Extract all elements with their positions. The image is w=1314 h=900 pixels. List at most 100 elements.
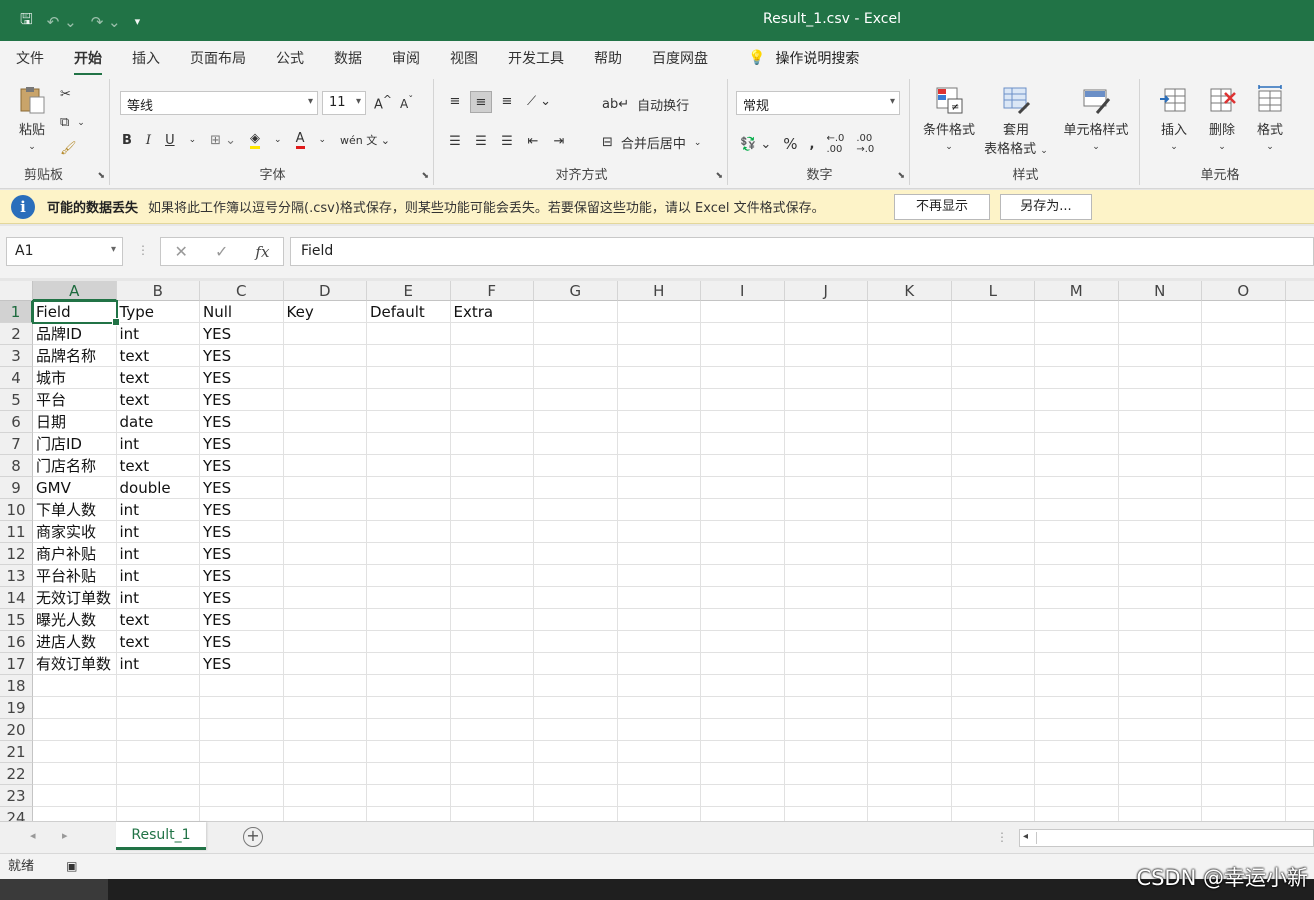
fill-color-icon[interactable]: ◈ xyxy=(250,131,261,149)
cell[interactable] xyxy=(1285,741,1314,763)
cell[interactable] xyxy=(1035,609,1119,631)
cell[interactable] xyxy=(951,323,1035,345)
cell[interactable]: GMV xyxy=(33,477,117,499)
cell[interactable] xyxy=(785,807,868,821)
cell[interactable] xyxy=(617,345,701,367)
cell[interactable] xyxy=(534,345,618,367)
cell[interactable]: int xyxy=(116,653,200,675)
cell[interactable] xyxy=(1118,609,1202,631)
tell-me-search[interactable]: 💡 操作说明搜索 xyxy=(748,48,859,68)
cell[interactable] xyxy=(1035,389,1119,411)
tab-6[interactable]: 审阅 xyxy=(392,48,420,68)
cell[interactable] xyxy=(701,323,785,345)
cell[interactable]: 城市 xyxy=(33,367,117,389)
cell[interactable] xyxy=(283,323,367,345)
cell[interactable]: 平台 xyxy=(33,389,117,411)
cell[interactable] xyxy=(534,587,618,609)
cell[interactable] xyxy=(784,631,868,653)
cell[interactable] xyxy=(701,543,785,565)
cell[interactable] xyxy=(450,653,534,675)
cell[interactable] xyxy=(617,675,701,697)
scroll-thumb[interactable] xyxy=(1036,832,1311,844)
cell[interactable]: text xyxy=(116,455,200,477)
cell[interactable] xyxy=(283,565,367,587)
cell[interactable] xyxy=(1202,433,1286,455)
cell[interactable] xyxy=(1035,543,1119,565)
cell[interactable] xyxy=(450,433,534,455)
insert-cells-button[interactable]: 插入 ⌄ xyxy=(1152,85,1196,153)
cell[interactable] xyxy=(1285,367,1314,389)
cell[interactable] xyxy=(1035,455,1119,477)
cell[interactable] xyxy=(534,521,618,543)
cell[interactable] xyxy=(701,741,785,763)
cell[interactable]: int xyxy=(116,499,200,521)
cell[interactable] xyxy=(1202,609,1286,631)
cell[interactable] xyxy=(534,609,618,631)
border-icon[interactable]: ⊞ ⌄ xyxy=(210,133,236,148)
cell[interactable] xyxy=(951,653,1035,675)
tab-4[interactable]: 公式 xyxy=(276,48,304,68)
cell[interactable] xyxy=(116,719,200,741)
row-header[interactable]: 5 xyxy=(0,389,33,411)
cell[interactable] xyxy=(951,433,1035,455)
cell[interactable] xyxy=(1035,675,1119,697)
bottom-align-icon[interactable]: ≡ xyxy=(496,91,518,113)
increase-indent-icon[interactable]: ⇥ xyxy=(548,131,570,153)
wrap-text-button[interactable]: ab↵ 自动换行 xyxy=(602,95,689,114)
number-format-combo[interactable]: 常规 ▾ xyxy=(736,91,900,115)
cell[interactable] xyxy=(450,763,534,785)
cell[interactable] xyxy=(617,741,701,763)
cell[interactable]: YES xyxy=(200,389,284,411)
cell[interactable] xyxy=(868,807,952,821)
cell[interactable] xyxy=(200,675,284,697)
cell[interactable] xyxy=(617,499,701,521)
column-header[interactable]: C xyxy=(200,281,284,301)
increase-decimal-icon[interactable]: ←.0.00 xyxy=(826,133,844,155)
underline-button[interactable]: U xyxy=(165,133,175,148)
cell[interactable] xyxy=(367,455,451,477)
column-header[interactable]: B xyxy=(116,281,200,301)
cell[interactable] xyxy=(868,301,952,323)
alignment-launcher-icon[interactable]: ⬊ xyxy=(715,171,723,181)
cell[interactable] xyxy=(117,807,200,821)
cell[interactable]: 下单人数 xyxy=(33,499,117,521)
cell[interactable] xyxy=(784,675,868,697)
cell[interactable] xyxy=(952,807,1035,821)
column-header[interactable]: A xyxy=(33,281,117,301)
tab-splitter-icon[interactable]: ⋮ xyxy=(996,830,1008,844)
cell[interactable] xyxy=(33,675,117,697)
cell[interactable] xyxy=(534,433,618,455)
cell[interactable] xyxy=(868,719,952,741)
cell[interactable] xyxy=(1118,565,1202,587)
cell[interactable] xyxy=(450,477,534,499)
cell[interactable] xyxy=(868,763,952,785)
cell[interactable]: Extra xyxy=(450,301,534,323)
cell[interactable] xyxy=(367,675,451,697)
format-as-table-button[interactable]: 套用 表格格式 ⌄ xyxy=(978,85,1054,157)
cell[interactable] xyxy=(367,631,451,653)
cell[interactable] xyxy=(701,433,785,455)
cell[interactable]: 品牌名称 xyxy=(33,345,117,367)
cell[interactable] xyxy=(367,543,451,565)
cell[interactable] xyxy=(784,367,868,389)
cell[interactable] xyxy=(283,389,367,411)
cell[interactable]: 曝光人数 xyxy=(33,609,117,631)
align-right-icon[interactable]: ☰ xyxy=(496,131,518,153)
row-header[interactable]: 21 xyxy=(0,741,33,763)
cell[interactable] xyxy=(784,345,868,367)
row-header[interactable]: 19 xyxy=(0,697,33,719)
orientation-icon[interactable]: ⟋ ⌄ xyxy=(522,91,556,113)
row-header[interactable]: 6 xyxy=(0,411,33,433)
cell[interactable] xyxy=(701,455,785,477)
column-header[interactable]: H xyxy=(617,281,701,301)
cell[interactable] xyxy=(1285,763,1314,785)
cell[interactable] xyxy=(1118,653,1202,675)
save-as-button[interactable]: 另存为... xyxy=(1000,194,1092,220)
cell[interactable] xyxy=(283,785,367,807)
cell[interactable] xyxy=(1118,741,1202,763)
cell[interactable]: 商户补贴 xyxy=(33,543,117,565)
cell[interactable] xyxy=(868,345,952,367)
cell[interactable] xyxy=(450,741,534,763)
cell[interactable]: text xyxy=(116,389,200,411)
cell[interactable] xyxy=(450,499,534,521)
